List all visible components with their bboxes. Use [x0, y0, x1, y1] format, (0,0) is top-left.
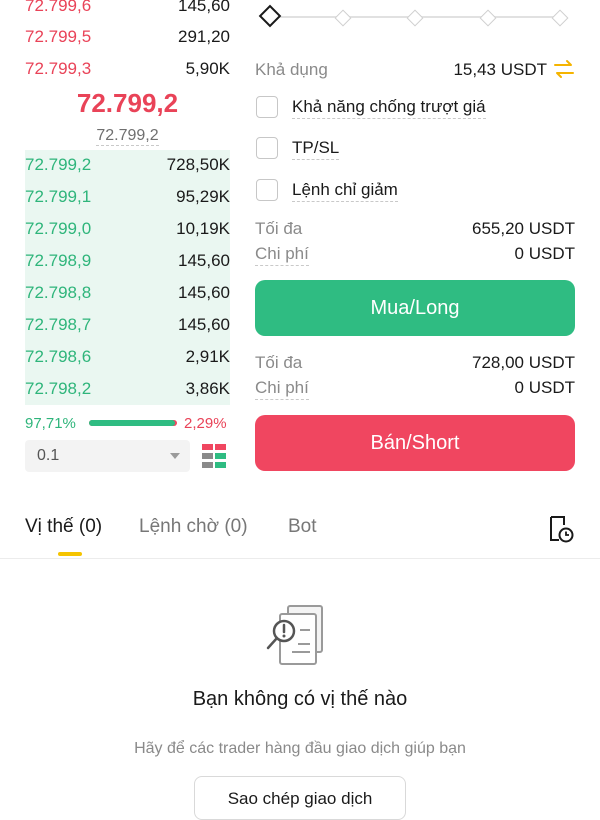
bid-qty: 10,19K	[176, 219, 230, 238]
copy-trading-label: Sao chép giao dịch	[227, 789, 373, 808]
empty-subtitle: Hãy để các trader hàng đầu giao dịch giú…	[134, 740, 466, 757]
slippage-checkbox[interactable]	[256, 96, 278, 118]
bid-row[interactable]: 72.798,9 145,60	[25, 246, 230, 276]
bid-row[interactable]: 72.798,2 3,86K	[25, 374, 230, 404]
buy-long-button[interactable]: Mua/Long	[255, 280, 575, 336]
bid-price: 72.799,2	[25, 155, 92, 174]
tab-open-orders[interactable]: Lệnh chờ (0)	[139, 516, 248, 538]
long-cost-label[interactable]: Chi phí	[255, 244, 309, 266]
bid-qty: 95,29K	[176, 187, 230, 206]
bid-price: 72.798,6	[25, 347, 92, 366]
bid-price: 72.798,2	[25, 379, 92, 398]
slippage-label[interactable]: Khả năng chống trượt giá	[292, 97, 486, 119]
bid-row[interactable]: 72.798,6 2,91K	[25, 342, 230, 372]
ask-price: 72.799,6	[25, 0, 92, 15]
precision-value: 0.1	[37, 447, 60, 464]
mark-price[interactable]: 72.799,2	[96, 127, 159, 146]
ask-row[interactable]: 72.799,3 5,90K	[25, 54, 230, 84]
ask-row[interactable]: 72.799,5 291,20	[25, 22, 230, 52]
bid-price: 72.799,1	[25, 187, 92, 206]
bid-qty: 145,60	[178, 283, 230, 302]
bid-row[interactable]: 72.798,7 145,60	[25, 310, 230, 340]
slider-step-dot[interactable]	[479, 9, 497, 27]
bid-price: 72.798,8	[25, 283, 92, 302]
bid-price: 72.798,9	[25, 251, 92, 270]
mark-price-wrap: 72.799,2	[25, 127, 230, 146]
last-price[interactable]: 72.799,2	[25, 88, 230, 119]
sell-short-label: Bán/Short	[370, 431, 460, 454]
bid-qty: 2,91K	[185, 347, 230, 366]
transfer-icon[interactable]	[553, 59, 575, 79]
chevron-down-icon	[170, 453, 180, 459]
empty-document-icon	[262, 600, 332, 670]
bid-row[interactable]: 72.799,2 728,50K	[25, 150, 230, 180]
long-max-label: Tối đa	[255, 219, 303, 238]
bid-row[interactable]: 72.799,1 95,29K	[25, 182, 230, 212]
reduce-only-label[interactable]: Lệnh chỉ giảm	[292, 180, 398, 202]
empty-title: Bạn không có vị thế nào	[192, 688, 408, 710]
tab-positions[interactable]: Vị thế (0)	[25, 516, 102, 538]
active-tab-indicator	[58, 552, 82, 556]
bid-qty: 728,50K	[166, 155, 230, 174]
short-max-value: 728,00 USDT	[472, 353, 575, 372]
sell-ratio: 2,29%	[184, 415, 227, 432]
slider-step-dot[interactable]	[406, 9, 424, 27]
ratio-bar	[89, 420, 177, 426]
available-label: Khả dụng	[255, 60, 328, 79]
bid-qty: 145,60	[178, 251, 230, 270]
bid-price: 72.799,0	[25, 219, 92, 238]
tpsl-checkbox[interactable]	[256, 137, 278, 159]
long-max-value: 655,20 USDT	[472, 219, 575, 238]
ask-qty: 5,90K	[185, 59, 230, 78]
bid-qty: 3,86K	[185, 379, 230, 398]
bid-row[interactable]: 72.798,8 145,60	[25, 278, 230, 308]
slider-handle[interactable]	[258, 4, 282, 28]
available-value: 15,43 USDT	[453, 60, 547, 79]
tabs-divider	[0, 558, 600, 559]
slider-step-dot[interactable]	[551, 9, 569, 27]
buy-ratio: 97,71%	[25, 415, 76, 432]
ratio-bar-buy-fill	[89, 420, 175, 426]
ask-qty: 291,20	[178, 27, 230, 46]
ask-row[interactable]: 72.799,6 145,60	[25, 0, 230, 21]
ask-price: 72.799,5	[25, 27, 92, 46]
copy-trading-button[interactable]: Sao chép giao dịch	[194, 776, 406, 820]
buy-long-label: Mua/Long	[370, 296, 460, 319]
history-icon[interactable]	[547, 514, 575, 544]
short-cost-value: 0 USDT	[514, 378, 575, 397]
sell-short-button[interactable]: Bán/Short	[255, 415, 575, 471]
slider-step-dot[interactable]	[334, 9, 352, 27]
long-cost-value: 0 USDT	[514, 244, 575, 263]
bid-row[interactable]: 72.799,0 10,19K	[25, 214, 230, 244]
short-max-label: Tối đa	[255, 353, 303, 372]
tab-bot[interactable]: Bot	[288, 516, 317, 538]
ask-qty: 145,60	[178, 0, 230, 15]
precision-select[interactable]: 0.1	[25, 440, 190, 472]
short-cost-label[interactable]: Chi phí	[255, 378, 309, 400]
orderbook-layout-icon[interactable]	[202, 444, 226, 468]
bid-qty: 145,60	[178, 315, 230, 334]
reduce-only-checkbox[interactable]	[256, 179, 278, 201]
ask-price: 72.799,3	[25, 59, 92, 78]
bid-price: 72.798,7	[25, 315, 92, 334]
tpsl-label[interactable]: TP/SL	[292, 138, 340, 160]
